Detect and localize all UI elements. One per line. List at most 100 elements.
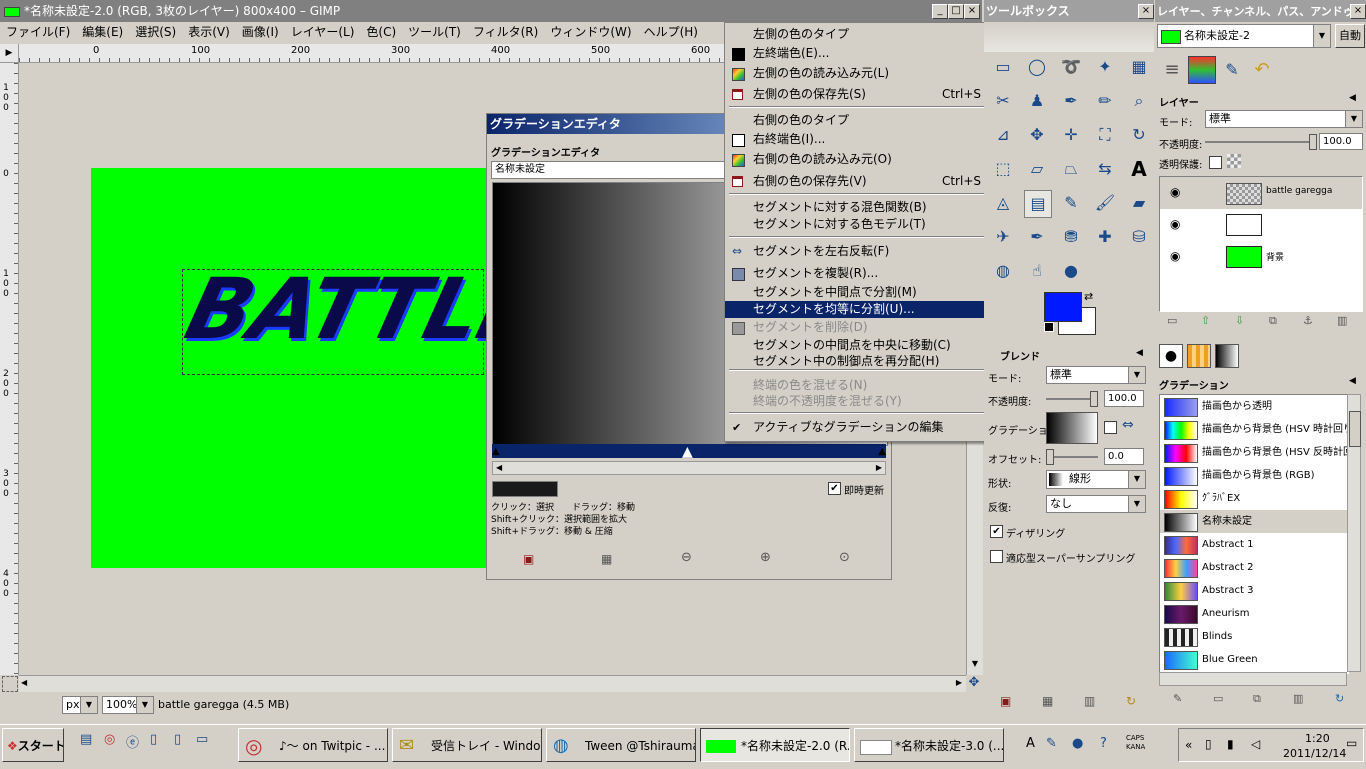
- navigate-icon[interactable]: ✥: [966, 675, 982, 691]
- menu-item-flip-segment[interactable]: ⇔ セグメントを左右反転(F): [725, 243, 1003, 260]
- delete-options-icon[interactable]: ▥: [1084, 694, 1095, 708]
- delete-layer-icon[interactable]: ▥: [1337, 314, 1347, 327]
- left-stop-handle[interactable]: ▲: [492, 446, 500, 457]
- shear-icon[interactable]: ▱: [1024, 156, 1050, 182]
- slider-thumb[interactable]: [1090, 391, 1098, 407]
- slider-thumb[interactable]: [1309, 134, 1317, 150]
- anchor-layer-icon[interactable]: ⚓: [1303, 314, 1313, 327]
- taskbar-button-gimp-2[interactable]: *名称未設定-2.0 (R...: [700, 728, 850, 762]
- tab-channels-icon[interactable]: [1188, 56, 1216, 84]
- battery-icon[interactable]: ▯: [1205, 737, 1212, 751]
- ellipse-select-icon[interactable]: ◯: [1024, 54, 1050, 80]
- menu-tools[interactable]: ツール(T): [402, 22, 467, 42]
- taskbar-button-mail[interactable]: ✉ 受信トレイ - Window...: [392, 728, 542, 762]
- fg-color-swatch[interactable]: [1044, 292, 1082, 322]
- panel-menu-icon[interactable]: ◀: [1349, 93, 1356, 103]
- perspective-icon[interactable]: ⏢: [1058, 156, 1084, 182]
- ime-tools-icon[interactable]: ✎: [1046, 736, 1057, 751]
- default-colors-icon[interactable]: [1044, 322, 1054, 332]
- gradient-list-item[interactable]: Blinds: [1160, 625, 1348, 648]
- menu-item-replicate-segment[interactable]: セグメントを複製(R)...: [725, 265, 1003, 282]
- reverse-checkbox[interactable]: [1104, 421, 1117, 434]
- menu-item-recenter-midpoint[interactable]: セグメントの中間点を中央に移動(C): [725, 337, 1003, 354]
- menu-item-split-segment-midpoint[interactable]: セグメントを中間点で分割(M): [725, 284, 1003, 301]
- blend-mode-select[interactable]: 標準 ▼: [1046, 366, 1146, 384]
- smudge-icon[interactable]: ☝: [1024, 258, 1050, 284]
- zoom-out-icon[interactable]: ⊖: [681, 550, 692, 565]
- dodge-burn-icon[interactable]: ●: [1058, 258, 1084, 284]
- perspective-clone-icon[interactable]: ⛁: [1126, 224, 1152, 250]
- menu-filters[interactable]: フィルタ(R): [467, 22, 544, 42]
- move-icon[interactable]: ✥: [1024, 122, 1050, 148]
- text-icon[interactable]: A: [1126, 156, 1152, 182]
- explorer-icon[interactable]: ▯: [174, 732, 181, 747]
- lock-alpha-checkbox[interactable]: [1209, 156, 1222, 169]
- auto-button[interactable]: 自動: [1335, 24, 1365, 48]
- menu-layer[interactable]: レイヤー(L): [285, 22, 361, 42]
- airbrush-icon[interactable]: ✈: [990, 224, 1016, 250]
- edit-gradient-icon[interactable]: ✎: [1173, 692, 1182, 705]
- show-desktop-icon[interactable]: ▤: [80, 732, 92, 747]
- menu-item-edit-active-gradient[interactable]: ✔ アクティブなグラデーションの編集: [725, 419, 1003, 436]
- crop-icon[interactable]: ⛶: [1092, 122, 1118, 148]
- paintbrush-icon[interactable]: 🖌: [1092, 190, 1118, 216]
- layer-row[interactable]: ◉ 背景: [1160, 241, 1362, 273]
- layer-opacity-input[interactable]: 100.0: [1319, 133, 1363, 150]
- swap-colors-icon[interactable]: ⇄: [1084, 290, 1093, 303]
- panel-menu-icon[interactable]: ◀: [1349, 376, 1356, 386]
- clock-date[interactable]: 2011/12/14: [1283, 747, 1346, 760]
- options-close-icon[interactable]: ◀: [1136, 348, 1143, 358]
- save-options-icon[interactable]: ▣: [1000, 694, 1011, 708]
- eye-icon[interactable]: ◉: [1170, 185, 1180, 199]
- layer-row[interactable]: ◉ battle garegga: [1160, 177, 1362, 209]
- menu-item-left-color-type[interactable]: 左側の色のタイプ▶: [725, 26, 1003, 43]
- menu-item-split-segment-uniformly[interactable]: セグメントを均等に分割(U)...: [725, 301, 1003, 318]
- horizontal-ruler[interactable]: 0 100 200 300 400 500 600: [19, 44, 724, 63]
- scissors-icon[interactable]: ✂: [990, 88, 1016, 114]
- menu-windows[interactable]: ウィンドウ(W): [544, 22, 637, 42]
- rect-select-icon[interactable]: ▭: [990, 54, 1016, 80]
- reset-options-icon[interactable]: ↻: [1126, 694, 1136, 708]
- scroll-thumb[interactable]: [1349, 411, 1361, 447]
- bucket-fill-icon[interactable]: ◬: [990, 190, 1016, 216]
- duplicate-gradient-icon[interactable]: ⧉: [1253, 692, 1261, 706]
- show-desktop-button[interactable]: ▭: [1346, 736, 1362, 756]
- opacity-input[interactable]: 100.0: [1104, 390, 1144, 407]
- menu-item-redistribute-handles[interactable]: セグメント中の制御点を再分配(H): [725, 353, 1003, 370]
- eye-icon[interactable]: ◉: [1170, 217, 1180, 231]
- gradient-list-item[interactable]: 描画色から背景色 (RGB): [1160, 464, 1348, 487]
- menu-select[interactable]: 選択(S): [129, 22, 182, 42]
- align-icon[interactable]: ✛: [1058, 122, 1084, 148]
- menu-item-left-endpoint-color[interactable]: 左終端色(E)...: [725, 45, 1003, 62]
- taskbar-button-gimp-3[interactable]: *名称未設定-3.0 (...: [854, 728, 1004, 762]
- horizontal-scrollbar[interactable]: ◀ ▶: [19, 675, 966, 692]
- menu-item-segment-color-model[interactable]: セグメントに対する色モデル(T)▶: [725, 216, 1003, 233]
- instant-update-checkbox[interactable]: ✔: [828, 482, 841, 495]
- gradient-hscroll[interactable]: ◀ ▶: [492, 461, 886, 475]
- eye-icon[interactable]: ◉: [1170, 249, 1180, 263]
- gradient-list-item[interactable]: ｸﾞﾗﾊﾞEX: [1160, 487, 1348, 510]
- notepad-icon[interactable]: ▯: [150, 732, 157, 747]
- zoom-in-icon[interactable]: ⊕: [760, 550, 771, 565]
- gradient-list-item[interactable]: Aneurism: [1160, 602, 1348, 625]
- refresh-gradients-icon[interactable]: ↻: [1335, 692, 1344, 705]
- flip-icon[interactable]: ⇆: [1092, 156, 1118, 182]
- menu-view[interactable]: 表示(V): [182, 22, 236, 42]
- repeat-select[interactable]: なし ▼: [1046, 495, 1146, 513]
- tab-layers-icon[interactable]: ≡: [1158, 56, 1186, 84]
- restore-options-icon[interactable]: ▦: [1042, 694, 1053, 708]
- scroll-down-arrow[interactable]: ▼: [967, 659, 983, 673]
- menu-edit[interactable]: 編集(E): [76, 22, 129, 42]
- toolbox-close-button[interactable]: ×: [1138, 4, 1154, 19]
- gradients-scrollbar[interactable]: [1347, 394, 1361, 672]
- gradient-revert-icon[interactable]: ▦: [601, 552, 612, 566]
- blend-icon[interactable]: ▤: [1024, 190, 1052, 218]
- ie-icon[interactable]: ⓔ: [126, 732, 139, 751]
- menu-file[interactable]: ファイル(F): [0, 22, 76, 42]
- maximize-button[interactable]: □: [948, 4, 964, 19]
- color-picker-icon[interactable]: ✏: [1092, 88, 1118, 114]
- menu-colors[interactable]: 色(C): [360, 22, 402, 42]
- gradient-list-item[interactable]: Abstract 3: [1160, 579, 1348, 602]
- ink-icon[interactable]: ✒: [1024, 224, 1050, 250]
- scroll-right-arrow[interactable]: ▶: [956, 678, 962, 687]
